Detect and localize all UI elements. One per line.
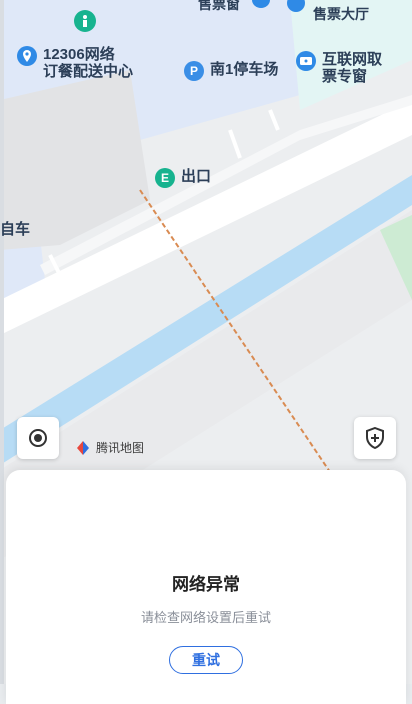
partial-label-ticket-window: 售票窗 <box>198 0 240 12</box>
location-pin-icon <box>17 46 37 66</box>
restroom-marker-icon[interactable] <box>74 10 96 32</box>
poi-exit[interactable]: E 出口 <box>155 168 211 188</box>
poi-label: 12306网络 订餐配送中心 <box>43 46 134 80</box>
locate-icon <box>29 429 47 447</box>
poi-12306-delivery[interactable]: 12306网络 订餐配送中心 <box>17 46 133 80</box>
poi-parking-south1[interactable]: P 南1停车场 <box>184 61 278 81</box>
safety-shield-button[interactable] <box>354 417 396 459</box>
retry-button[interactable]: 重试 <box>169 646 243 674</box>
poi-internet-ticket-window[interactable]: 互联网取 票专窗 <box>296 51 382 85</box>
parking-icon: P <box>184 61 204 81</box>
poi-label: 出口 <box>181 168 212 185</box>
error-subtitle: 请检查网络设置后重试 <box>140 610 271 625</box>
left-edge-divider <box>0 0 4 684</box>
attribution-text: 腾讯地图 <box>96 441 145 455</box>
poi-label: 南1停车场 <box>210 61 279 78</box>
locate-button[interactable] <box>17 417 59 459</box>
partial-label-ticket-hall: 售票大厅 <box>313 6 369 22</box>
partial-label-left: 自车 <box>0 221 31 238</box>
map-attribution: 腾讯地图 <box>75 439 144 456</box>
exit-icon: E <box>155 168 175 188</box>
shield-icon <box>366 427 384 449</box>
poi-label: 互联网取 票专窗 <box>322 51 383 85</box>
tencent-map-logo-icon <box>77 440 89 455</box>
error-title: 网络异常 <box>172 575 240 594</box>
error-bottom-sheet: 网络异常 请检查网络设置后重试 重试 <box>6 470 406 704</box>
ticket-icon <box>296 51 316 71</box>
